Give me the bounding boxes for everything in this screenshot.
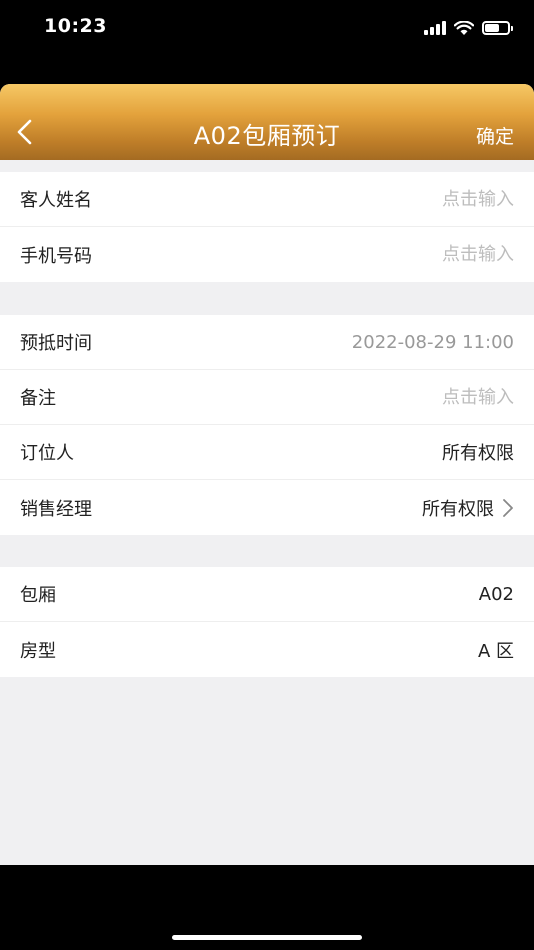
battery-icon: [482, 21, 513, 35]
remark-input[interactable]: [294, 386, 514, 408]
confirm-button[interactable]: 确定: [476, 122, 514, 149]
booking-sheet: A02包厢预订 确定 客人姓名 手机号码 预抵时间 2022-08-29 11:…: [0, 84, 534, 865]
remark-label: 备注: [20, 388, 56, 409]
arrival-time-value: 2022-08-29 11:00: [351, 331, 514, 353]
booking-detail-group: 预抵时间 2022-08-29 11:00 备注 订位人 所有权限 销售经理 所…: [0, 315, 534, 535]
guest-info-group: 客人姓名 手机号码: [0, 172, 534, 282]
nav-bar: A02包厢预订 确定: [0, 84, 534, 160]
sales-manager-value-wrap: 所有权限: [422, 495, 514, 521]
status-icons: [424, 19, 513, 37]
room-type-value: A 区: [477, 640, 514, 662]
guest-name-input[interactable]: [294, 188, 514, 210]
room-label: 包厢: [20, 585, 56, 606]
home-indicator[interactable]: [172, 935, 362, 940]
room-row: 包厢 A02: [0, 567, 534, 622]
sales-manager-row[interactable]: 销售经理 所有权限: [0, 480, 534, 535]
phone-input[interactable]: [294, 244, 514, 265]
phone-row[interactable]: 手机号码: [0, 227, 534, 282]
room-type-row: 房型 A 区: [0, 622, 534, 677]
booker-value: 所有权限: [442, 443, 514, 464]
booker-label: 订位人: [20, 443, 74, 464]
guest-name-label: 客人姓名: [20, 190, 92, 211]
room-type-label: 房型: [20, 640, 56, 662]
chevron-right-icon: [503, 498, 513, 517]
room-info-group: 包厢 A02 房型 A 区: [0, 567, 534, 677]
status-bar: 10:23: [0, 0, 534, 56]
wifi-icon: [454, 20, 474, 35]
phone-label: 手机号码: [20, 245, 92, 267]
page-title: A02包厢预订: [193, 122, 341, 150]
sales-manager-value: 所有权限: [422, 498, 494, 520]
booker-row: 订位人 所有权限: [0, 425, 534, 480]
arrival-time-row[interactable]: 预抵时间 2022-08-29 11:00: [0, 315, 534, 370]
remark-row[interactable]: 备注: [0, 370, 534, 425]
guest-name-row[interactable]: 客人姓名: [0, 172, 534, 227]
arrival-time-label: 预抵时间: [20, 333, 92, 354]
sales-manager-label: 销售经理: [20, 498, 92, 520]
room-value: A02: [478, 583, 514, 605]
cellular-signal-icon: [424, 21, 446, 35]
status-time: 10:23: [44, 15, 107, 37]
